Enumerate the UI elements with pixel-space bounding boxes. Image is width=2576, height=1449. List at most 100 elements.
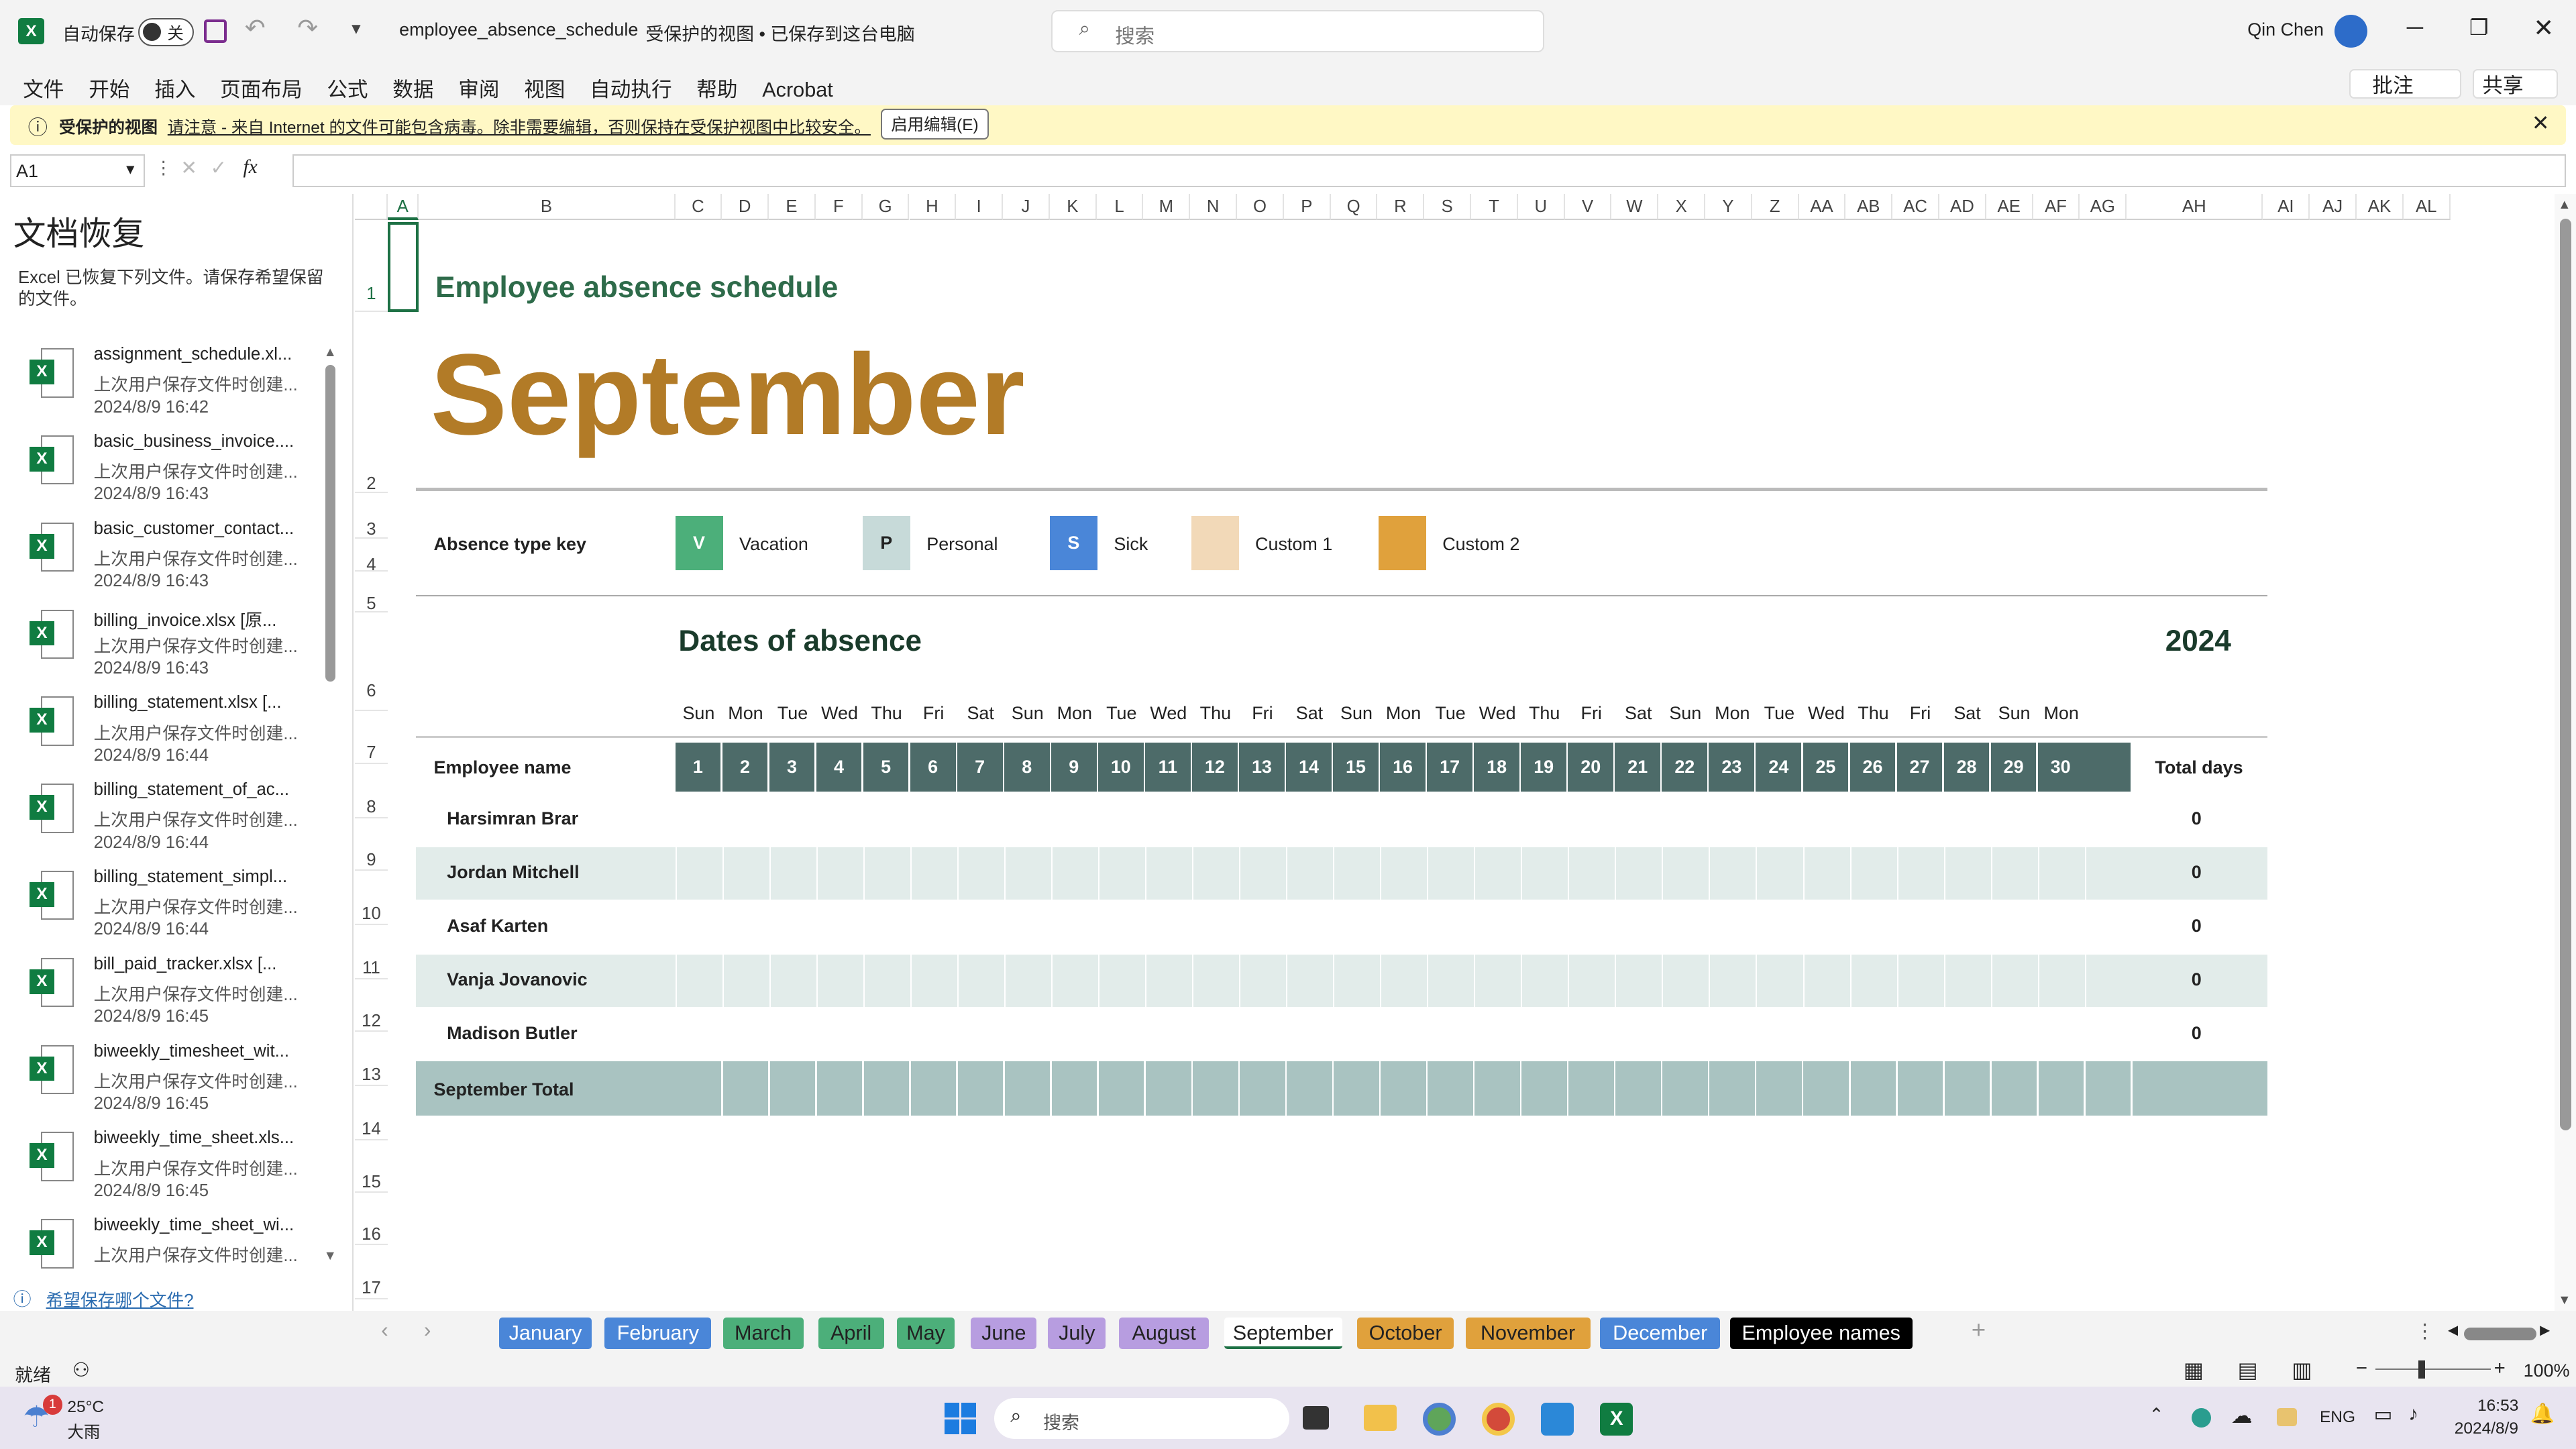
- sheet-tab[interactable]: November: [1465, 1318, 1591, 1349]
- absence-cell[interactable]: [1380, 793, 1427, 847]
- absence-cell[interactable]: [910, 793, 957, 847]
- sheet-tab[interactable]: January: [499, 1318, 592, 1349]
- absence-cell[interactable]: [2084, 793, 2132, 847]
- absence-cell[interactable]: [1896, 847, 1944, 900]
- absence-cell[interactable]: [1004, 1008, 1051, 1061]
- absence-cell[interactable]: [1474, 901, 1521, 954]
- absence-cell[interactable]: [1990, 955, 2038, 1008]
- absence-cell[interactable]: [1474, 955, 1521, 1008]
- absence-cell[interactable]: [1568, 793, 1615, 847]
- absence-cell[interactable]: [1990, 901, 2038, 954]
- row-header[interactable]: 15: [354, 1140, 388, 1193]
- absence-cell[interactable]: [1004, 847, 1051, 900]
- absence-cell[interactable]: [675, 847, 722, 900]
- absence-cell[interactable]: [1849, 1008, 1897, 1061]
- menu-review[interactable]: 审阅: [458, 72, 499, 103]
- sheet-tab[interactable]: April: [818, 1318, 884, 1349]
- absence-cell[interactable]: [1474, 1008, 1521, 1061]
- chrome-icon[interactable]: [1422, 1403, 1456, 1436]
- row-header[interactable]: 2: [354, 450, 388, 493]
- absence-cell[interactable]: [1756, 793, 1803, 847]
- row-header[interactable]: 1: [354, 222, 388, 313]
- menu-data[interactable]: 数据: [392, 72, 433, 103]
- row-header[interactable]: 8: [354, 764, 388, 818]
- excel-icon[interactable]: X: [1600, 1403, 1633, 1436]
- absence-cell[interactable]: [910, 955, 957, 1008]
- column-header[interactable]: AF: [2033, 193, 2080, 221]
- absence-cell[interactable]: [1943, 847, 1991, 900]
- column-header[interactable]: B: [419, 193, 676, 221]
- absence-cell[interactable]: [1756, 847, 1803, 900]
- absence-cell[interactable]: [1803, 901, 1850, 954]
- autosave-toggle[interactable]: 关: [138, 17, 194, 46]
- absence-cell[interactable]: [1521, 955, 1568, 1008]
- absence-cell[interactable]: [675, 793, 722, 847]
- network-icon[interactable]: ▭: [2374, 1403, 2393, 1426]
- column-header[interactable]: S: [1424, 193, 1472, 221]
- absence-cell[interactable]: [1849, 901, 1897, 954]
- absence-cell[interactable]: [1191, 793, 1239, 847]
- column-header[interactable]: AK: [2357, 193, 2404, 221]
- zoom-handle[interactable]: [2418, 1360, 2425, 1379]
- row-header[interactable]: 6: [354, 612, 388, 712]
- menu-view[interactable]: 视图: [524, 72, 565, 103]
- close-icon[interactable]: ✕: [2533, 13, 2554, 42]
- absence-cell[interactable]: [1849, 847, 1897, 900]
- absence-cell[interactable]: [1380, 901, 1427, 954]
- absence-cell[interactable]: [957, 901, 1004, 954]
- scroll-right-icon[interactable]: ▶: [2540, 1322, 2550, 1338]
- absence-cell[interactable]: [957, 1008, 1004, 1061]
- column-header[interactable]: AJ: [2310, 193, 2357, 221]
- scroll-thumb[interactable]: [2559, 218, 2571, 1130]
- absence-cell[interactable]: [675, 901, 722, 954]
- absence-cell[interactable]: [1380, 847, 1427, 900]
- absence-cell[interactable]: [816, 793, 863, 847]
- row-header[interactable]: 10: [354, 871, 388, 925]
- menu-acrobat[interactable]: Acrobat: [762, 78, 833, 102]
- more-icon[interactable]: ⋮: [154, 158, 172, 178]
- page-layout-icon[interactable]: ▤: [2238, 1357, 2258, 1383]
- protected-message[interactable]: 请注意 - 来自 Internet 的文件可能包含病毒。除非需要编辑，否则保持在…: [168, 115, 871, 138]
- start-icon[interactable]: [945, 1403, 977, 1436]
- absence-cell[interactable]: [1333, 955, 1380, 1008]
- absence-cell[interactable]: [1474, 793, 1521, 847]
- absence-cell[interactable]: [816, 1008, 863, 1061]
- sheet-tab[interactable]: March: [722, 1318, 804, 1349]
- normal-view-icon[interactable]: ▦: [2184, 1357, 2204, 1383]
- row-header[interactable]: 17: [354, 1245, 388, 1300]
- column-header[interactable]: R: [1377, 193, 1425, 221]
- absence-cell[interactable]: [1191, 847, 1239, 900]
- taskbar-search[interactable]: ⌕ 搜索: [994, 1398, 1290, 1440]
- recovery-file-item[interactable]: Xbiweekly_time_sheet_wi... 上次用户保存文件时创建...…: [0, 1216, 321, 1269]
- absence-cell[interactable]: [1568, 847, 1615, 900]
- avatar[interactable]: [2334, 15, 2367, 48]
- absence-cell[interactable]: [1191, 1008, 1239, 1061]
- column-header[interactable]: P: [1283, 193, 1331, 221]
- help-link[interactable]: 希望保存哪个文件?: [46, 1287, 194, 1311]
- column-header[interactable]: M: [1143, 193, 1191, 221]
- row-header[interactable]: 5: [354, 572, 388, 613]
- absence-cell[interactable]: [1239, 901, 1286, 954]
- absence-cell[interactable]: [1051, 901, 1098, 954]
- absence-cell[interactable]: [1051, 793, 1098, 847]
- recovery-file-item[interactable]: Xbill_paid_tracker.xlsx [... 上次用户保存文件时创建.…: [0, 955, 321, 1042]
- recovery-scrollbar[interactable]: ▲ ▼: [323, 345, 338, 1268]
- absence-cell[interactable]: [1427, 901, 1474, 954]
- absence-cell[interactable]: [1004, 793, 1051, 847]
- absence-cell[interactable]: [1568, 1008, 1615, 1061]
- absence-cell[interactable]: [1943, 1008, 1991, 1061]
- absence-cell[interactable]: [1144, 901, 1192, 954]
- row-header[interactable]: 16: [354, 1193, 388, 1246]
- absence-cell[interactable]: [722, 793, 769, 847]
- employee-name[interactable]: Harsimran Brar: [447, 808, 578, 829]
- absence-cell[interactable]: [1380, 955, 1427, 1008]
- absence-cell[interactable]: [1097, 901, 1145, 954]
- select-all-corner[interactable]: [354, 193, 388, 221]
- absence-cell[interactable]: [1144, 847, 1192, 900]
- row-header[interactable]: 11: [354, 925, 388, 979]
- column-header[interactable]: AB: [1845, 193, 1893, 221]
- absence-cell[interactable]: [1427, 793, 1474, 847]
- column-header[interactable]: W: [1611, 193, 1659, 221]
- absence-cell[interactable]: [1097, 1008, 1145, 1061]
- scroll-up-icon[interactable]: ▲: [2558, 197, 2571, 213]
